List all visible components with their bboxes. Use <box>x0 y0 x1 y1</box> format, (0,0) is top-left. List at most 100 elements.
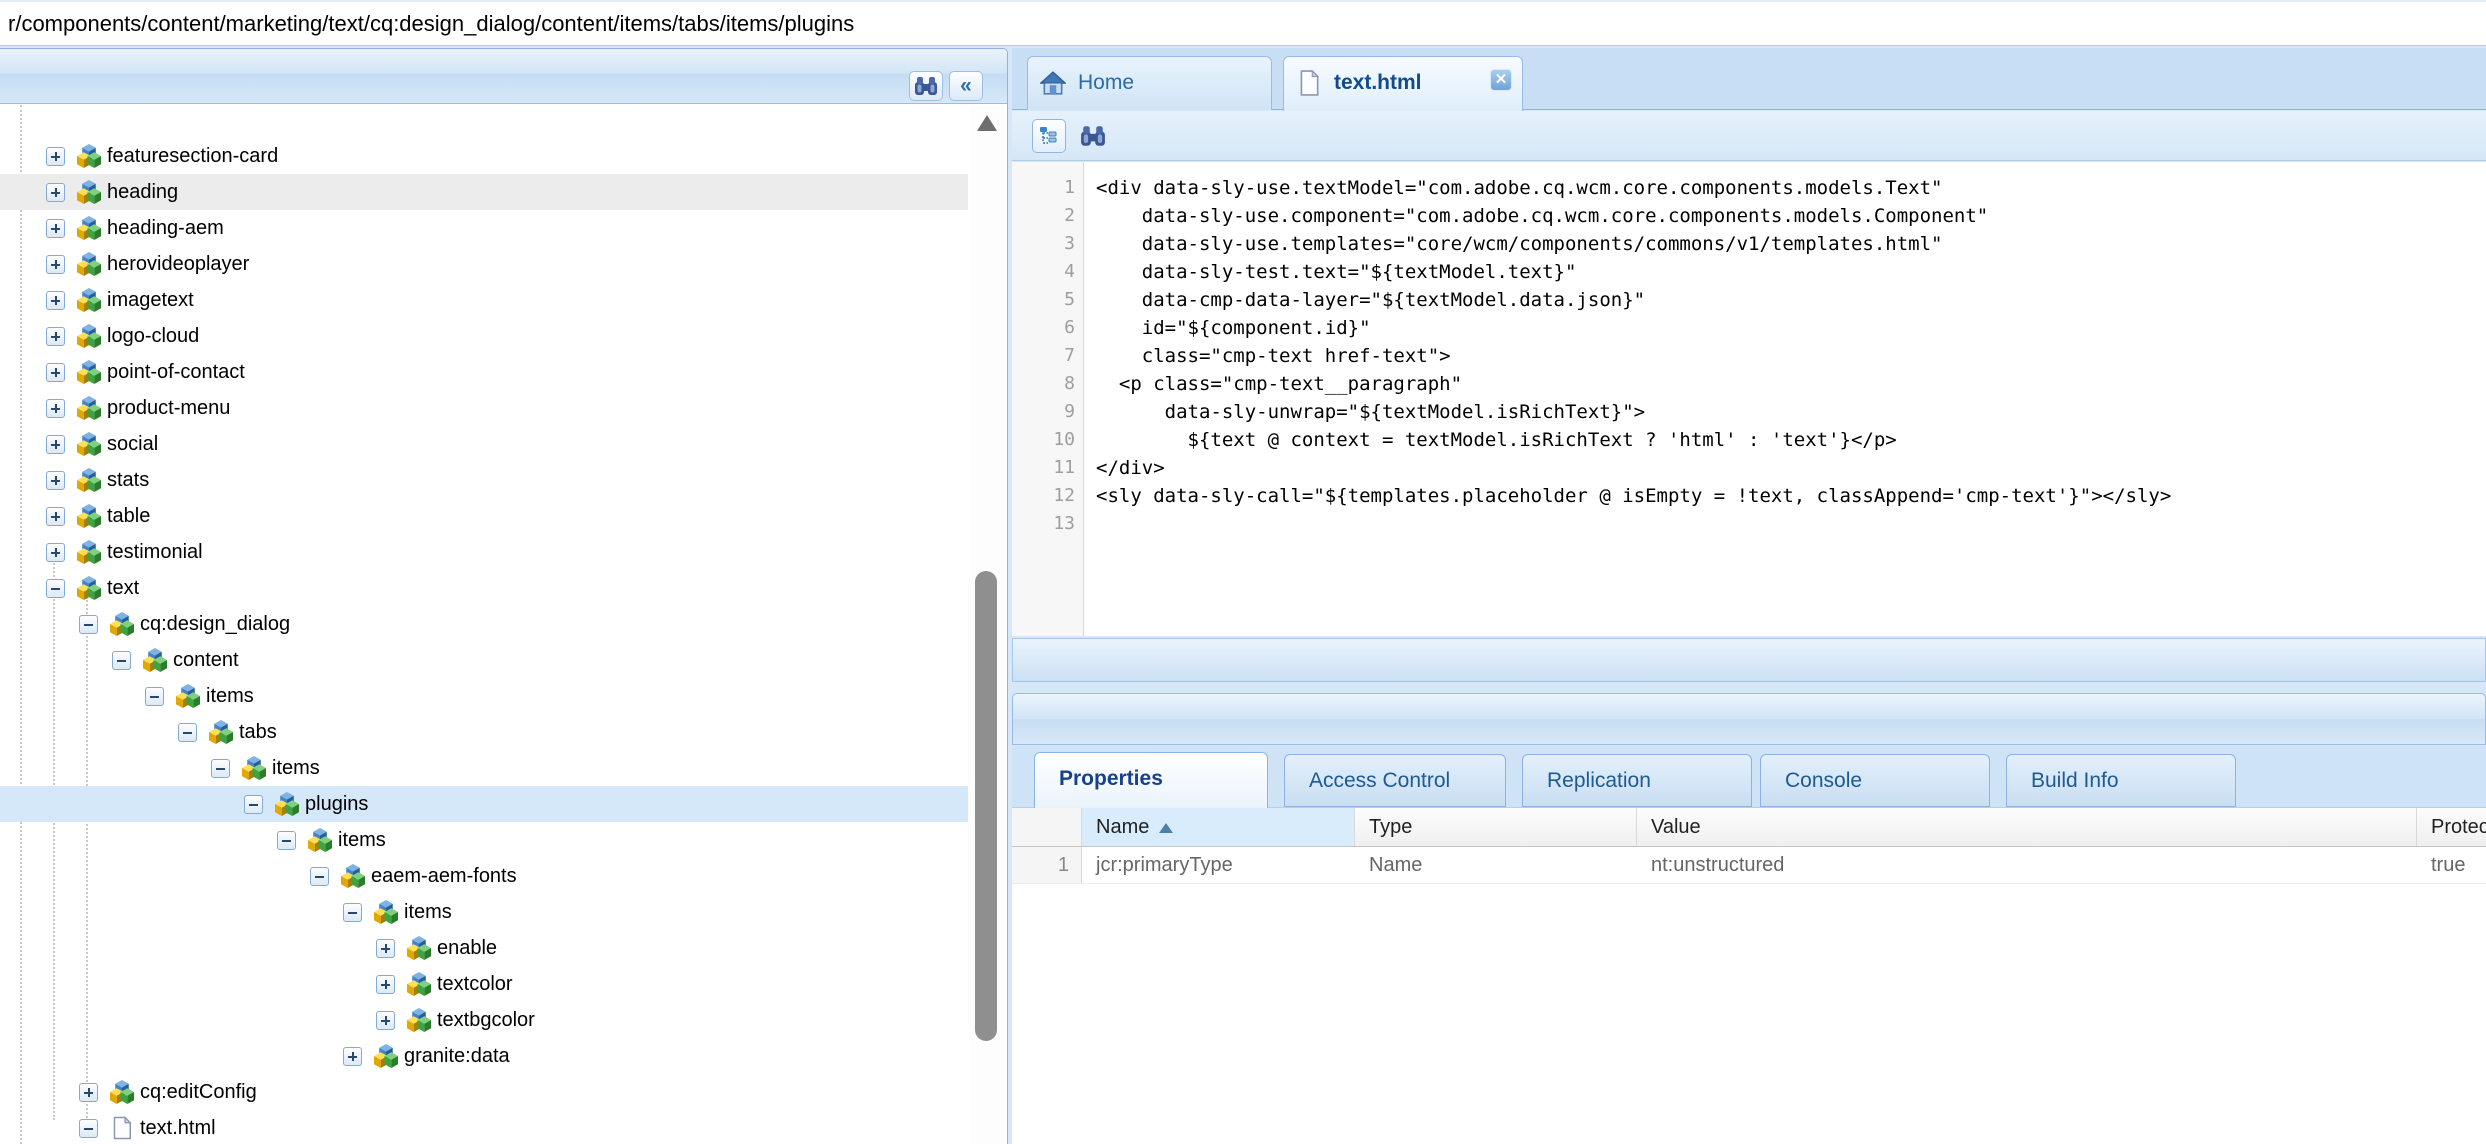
tree-node-stats[interactable]: stats <box>0 462 968 498</box>
tree-node-content[interactable]: content <box>0 642 968 678</box>
code-line[interactable]: class="cmp-text href-text"> <box>1096 342 1451 370</box>
code-line[interactable]: data-sly-use.component="com.adobe.cq.wcm… <box>1096 202 1988 230</box>
expand-plus-icon[interactable] <box>46 363 65 382</box>
properties-panel: Properties Access Control Replication Co… <box>1012 693 2486 1144</box>
scrollbar-thumb[interactable] <box>975 571 997 1041</box>
tree-node-textbgcolor[interactable]: textbgcolor <box>0 1002 968 1038</box>
column-header-protected[interactable]: Protect <box>2417 808 2486 846</box>
tree-node-cq:design_dialog[interactable]: cq:design_dialog <box>0 606 968 642</box>
expand-plus-icon[interactable] <box>46 435 65 454</box>
code-line[interactable]: data-sly-unwrap="${textModel.isRichText}… <box>1096 398 1645 426</box>
tree-node-enable[interactable]: enable <box>0 930 968 966</box>
tree-node-plugins[interactable]: plugins <box>0 786 968 822</box>
node-cubes-icon <box>374 900 398 924</box>
code-line[interactable]: <p class="cmp-text__paragraph" <box>1096 370 1462 398</box>
expand-plus-icon[interactable] <box>46 255 65 274</box>
tree-node-social[interactable]: social <box>0 426 968 462</box>
tree-node-textcolor[interactable]: textcolor <box>0 966 968 1002</box>
tree-node-heading[interactable]: heading <box>0 174 968 210</box>
collapse-minus-icon[interactable] <box>112 651 131 670</box>
collapse-minus-icon[interactable] <box>277 831 296 850</box>
expand-plus-icon[interactable] <box>376 1011 395 1030</box>
property-name[interactable]: jcr:primaryType <box>1082 847 1355 883</box>
row-number-header <box>1012 808 1082 846</box>
tree-node-tabs[interactable]: tabs <box>0 714 968 750</box>
tree-node-items[interactable]: items <box>0 894 968 930</box>
code-line[interactable]: <sly data-sly-call="${templates.placehol… <box>1096 482 2171 510</box>
collapse-minus-icon[interactable] <box>310 867 329 886</box>
expand-plus-icon[interactable] <box>46 219 65 238</box>
expand-plus-icon[interactable] <box>46 327 65 346</box>
tab-text-html[interactable]: text.html ✕ <box>1283 56 1523 111</box>
expand-plus-icon[interactable] <box>46 399 65 418</box>
code-line[interactable]: data-sly-test.text="${textModel.text}" <box>1096 258 1576 286</box>
collapse-minus-icon[interactable] <box>79 615 98 634</box>
tree-node-eaem-aem-fonts[interactable]: eaem-aem-fonts <box>0 858 968 894</box>
expand-plus-icon[interactable] <box>46 507 65 526</box>
tab-replication[interactable]: Replication <box>1522 754 1752 807</box>
column-header-name[interactable]: Name <box>1082 808 1355 846</box>
code-line[interactable]: data-cmp-data-layer="${textModel.data.js… <box>1096 286 1645 314</box>
tree-node-testimonial[interactable]: testimonial <box>0 534 968 570</box>
expand-plus-icon[interactable] <box>376 975 395 994</box>
tree-node-table[interactable]: table <box>0 498 968 534</box>
tree-node-items[interactable]: items <box>0 678 968 714</box>
code-line[interactable]: <div data-sly-use.textModel="com.adobe.c… <box>1096 174 1942 202</box>
code-line[interactable]: id="${component.id}" <box>1096 314 1371 342</box>
expand-plus-icon[interactable] <box>46 543 65 562</box>
address-bar[interactable]: r/components/content/marketing/text/cq:d… <box>0 0 2486 46</box>
collapse-minus-icon[interactable] <box>46 579 65 598</box>
tree-node-label: product-menu <box>107 390 230 426</box>
expand-plus-icon[interactable] <box>46 291 65 310</box>
collapse-minus-icon[interactable] <box>178 723 197 742</box>
node-cubes-icon <box>77 288 101 312</box>
code-line[interactable]: </div> <box>1096 454 1165 482</box>
property-value[interactable]: nt:unstructured <box>1637 847 2417 883</box>
expand-plus-icon[interactable] <box>376 939 395 958</box>
collapse-minus-icon[interactable] <box>145 687 164 706</box>
expand-plus-icon[interactable] <box>46 147 65 166</box>
tree-node-text.html[interactable]: text.html <box>0 1110 968 1144</box>
tab-access-control[interactable]: Access Control <box>1284 754 1506 807</box>
tab-properties[interactable]: Properties <box>1034 752 1268 809</box>
column-header-type[interactable]: Type <box>1355 808 1637 846</box>
code-editor[interactable]: 12345678910111213 <div data-sly-use.text… <box>1012 162 2486 636</box>
collapse-minus-icon[interactable] <box>211 759 230 778</box>
collapse-panel-button[interactable]: « <box>949 71 983 101</box>
node-path[interactable]: r/components/content/marketing/text/cq:d… <box>8 2 854 46</box>
find-button[interactable] <box>909 71 943 101</box>
tree-scrollbar[interactable] <box>970 105 1004 1144</box>
editor-area: Home text.html ✕ <box>1012 48 2486 1144</box>
tree-node-heading-aem[interactable]: heading-aem <box>0 210 968 246</box>
search-code-button[interactable] <box>1076 119 1110 153</box>
tree-node-imagetext[interactable]: imagetext <box>0 282 968 318</box>
tree-node-text[interactable]: text <box>0 570 968 606</box>
table-row[interactable]: 1 jcr:primaryType Name nt:unstructured t… <box>1012 847 2486 884</box>
collapse-minus-icon[interactable] <box>79 1119 98 1138</box>
tree-node-items[interactable]: items <box>0 750 968 786</box>
expand-plus-icon[interactable] <box>343 1047 362 1066</box>
show-in-tree-button[interactable] <box>1032 119 1066 153</box>
tab-console[interactable]: Console <box>1760 754 1990 807</box>
expand-plus-icon[interactable] <box>46 471 65 490</box>
tab-home[interactable]: Home <box>1027 56 1272 110</box>
scroll-up-arrow-icon[interactable] <box>977 115 997 131</box>
expand-plus-icon[interactable] <box>46 183 65 202</box>
tree-node-logo-cloud[interactable]: logo-cloud <box>0 318 968 354</box>
tree-node-product-menu[interactable]: product-menu <box>0 390 968 426</box>
tree-node-cq:editConfig[interactable]: cq:editConfig <box>0 1074 968 1110</box>
collapse-minus-icon[interactable] <box>343 903 362 922</box>
collapse-minus-icon[interactable] <box>244 795 263 814</box>
expand-plus-icon[interactable] <box>79 1083 98 1102</box>
code-line[interactable]: data-sly-use.templates="core/wcm/compone… <box>1096 230 1942 258</box>
code-line[interactable]: ${text @ context = textModel.isRichText … <box>1096 426 1897 454</box>
close-tab-icon[interactable]: ✕ <box>1490 69 1512 91</box>
column-header-value[interactable]: Value <box>1637 808 2417 846</box>
tree-node-items[interactable]: items <box>0 822 968 858</box>
tab-build-info[interactable]: Build Info <box>2006 754 2236 807</box>
tree-node-point-of-contact[interactable]: point-of-contact <box>0 354 968 390</box>
tree-node-granite:data[interactable]: granite:data <box>0 1038 968 1074</box>
tree-node-herovideoplayer[interactable]: herovideoplayer <box>0 246 968 282</box>
property-type[interactable]: Name <box>1355 847 1637 883</box>
tree-node-featuresection-card[interactable]: featuresection-card <box>0 138 968 174</box>
